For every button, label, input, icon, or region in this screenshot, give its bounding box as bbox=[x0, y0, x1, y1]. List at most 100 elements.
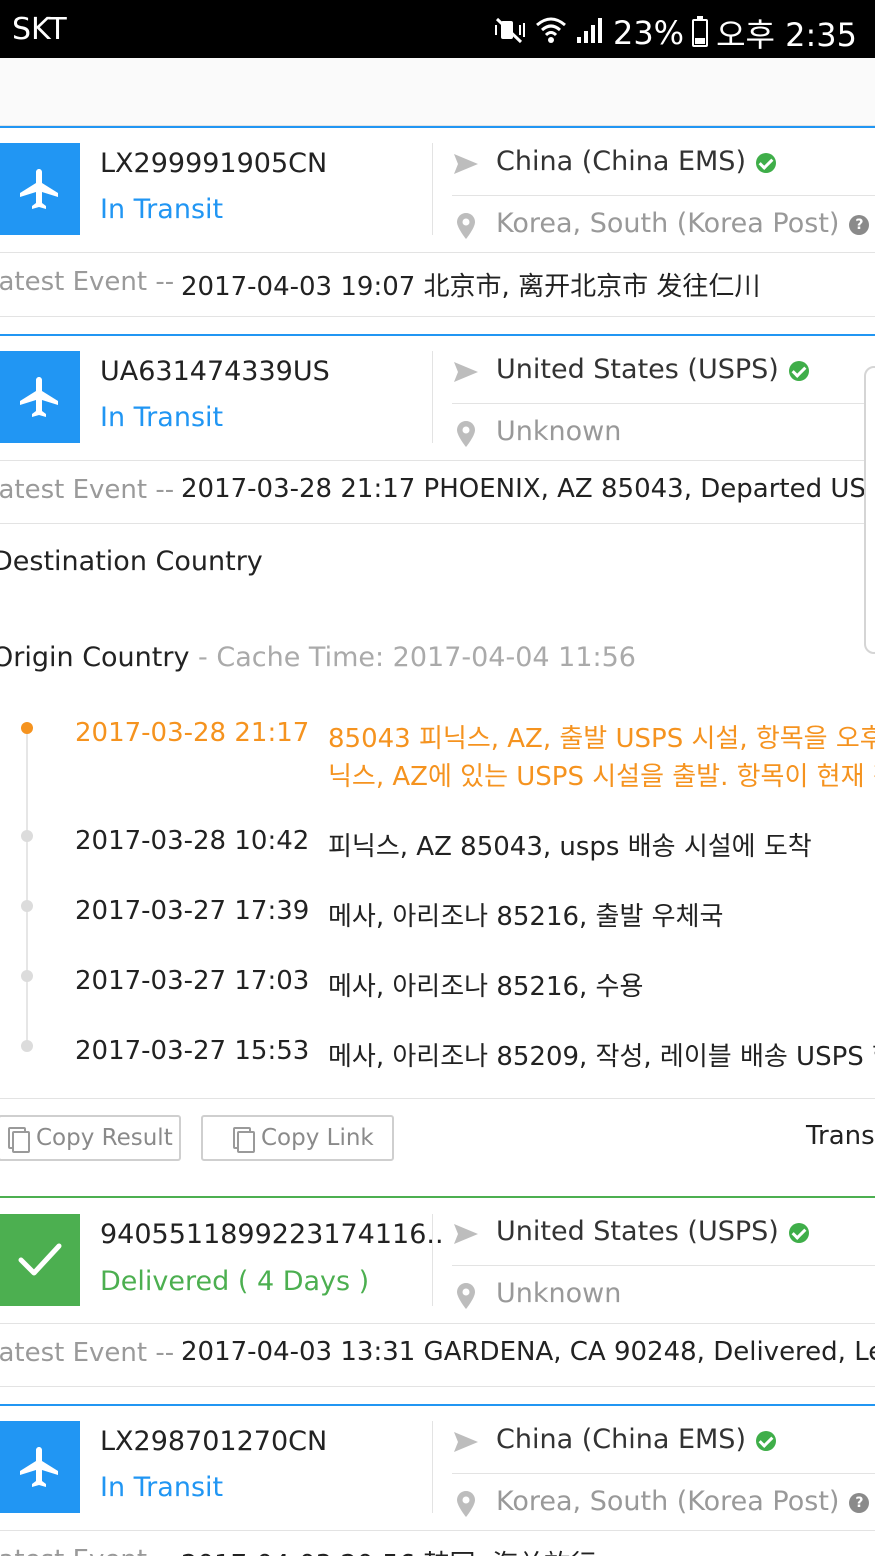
verified-check-icon bbox=[788, 360, 809, 381]
checkmark-icon bbox=[0, 1214, 80, 1306]
airplane-icon bbox=[0, 1421, 80, 1513]
event-description-line2: 닉스, AZ에 있는 USPS 시설을 출발. 항목이 현재 전 bbox=[328, 762, 875, 792]
timeline-dot bbox=[21, 830, 33, 842]
latest-event-text: 2017-04-03 13:31 GARDENA, CA 90248, Deli… bbox=[181, 1337, 875, 1367]
event-time: 2017-03-27 17:03 bbox=[75, 966, 310, 996]
origin-carrier: China (China EMS) bbox=[496, 146, 746, 177]
origin-carrier: China (China EMS) bbox=[496, 1424, 746, 1455]
wifi-icon bbox=[535, 15, 567, 52]
status-bar: SKT 23% 오후 2:35 bbox=[0, 0, 875, 58]
origin-carrier: United States (USPS) bbox=[496, 1216, 779, 1247]
carrier-name: SKT bbox=[12, 12, 67, 47]
latest-event-row[interactable]: Latest Event -- 2017-04-03 20:56 韩国, 海关放… bbox=[0, 1530, 875, 1556]
verified-check-icon bbox=[788, 1222, 809, 1243]
origin-country-label: Origin Country bbox=[0, 642, 190, 673]
tracking-number: 9405511899223174116.. bbox=[100, 1219, 444, 1250]
shipment-card[interactable]: UA631474339US In Transit United States (… bbox=[0, 334, 875, 1182]
event-description: 85043 피닉스, AZ, 출발 USPS 시설, 항목을 오후 9시 bbox=[328, 724, 875, 754]
tracking-number: LX298701270CN bbox=[100, 1426, 328, 1457]
divider bbox=[432, 143, 433, 235]
question-icon[interactable]: ? bbox=[849, 214, 870, 235]
verified-check-icon bbox=[755, 152, 776, 173]
event-description: 메사, 아리조나 85216, 수용 bbox=[328, 972, 644, 1002]
destination-row: Unknown bbox=[452, 1266, 875, 1328]
event-time: 2017-03-27 15:53 bbox=[75, 1036, 310, 1066]
status-icons: 23% 오후 2:35 bbox=[493, 10, 857, 56]
latest-event-label: Latest Event -- bbox=[0, 1545, 174, 1556]
card-accent-line bbox=[0, 126, 875, 128]
shipment-card[interactable]: LX299991905CN In Transit China (China EM… bbox=[0, 126, 875, 318]
copy-icon bbox=[233, 1127, 255, 1153]
origin-row: China (China EMS) bbox=[452, 1412, 875, 1474]
copy-result-button[interactable]: Copy Result bbox=[0, 1115, 181, 1161]
event-time: 2017-03-27 17:39 bbox=[75, 896, 310, 926]
latest-event-label: Latest Event -- bbox=[0, 267, 175, 297]
divider bbox=[432, 351, 433, 443]
battery-percent: 23% bbox=[612, 14, 685, 52]
timeline-line bbox=[26, 728, 28, 1046]
latest-event-text: 2017-04-03 20:56 韩国, 海关放行 bbox=[181, 1544, 596, 1556]
latest-event-row[interactable]: Latest Event -- 2017-04-03 13:31 GARDENA… bbox=[0, 1323, 875, 1387]
destination-carrier: Korea, South (Korea Post) bbox=[496, 208, 840, 239]
latest-event-text: 2017-04-03 19:07 北京市, 离开北京市 发往仁川 bbox=[181, 272, 761, 302]
copy-link-button[interactable]: Copy Link bbox=[201, 1115, 394, 1161]
tracking-number: LX299991905CN bbox=[100, 148, 328, 179]
latest-event-row[interactable]: Latest Event -- 2017-03-28 21:17 PHOENIX… bbox=[0, 460, 875, 524]
battery-icon bbox=[692, 16, 709, 47]
send-arrow-icon bbox=[452, 358, 480, 386]
details-separator bbox=[0, 1098, 875, 1099]
app-toolbar bbox=[0, 58, 875, 126]
send-arrow-icon bbox=[452, 1220, 480, 1248]
event-description: 피닉스, AZ 85043, usps 배송 시설에 도착 bbox=[328, 832, 812, 862]
shipment-status: Delivered ( 4 Days ) bbox=[100, 1266, 370, 1297]
shipment-status: In Transit bbox=[100, 402, 224, 433]
timeline-dot bbox=[21, 970, 33, 982]
card-accent-line bbox=[0, 334, 875, 336]
divider bbox=[432, 1421, 433, 1513]
divider bbox=[432, 1214, 433, 1306]
event-time: 2017-03-28 10:42 bbox=[75, 826, 310, 856]
destination-carrier: Unknown bbox=[496, 1278, 622, 1309]
tracking-number: UA631474339US bbox=[100, 356, 330, 387]
clock: 오후 2:35 bbox=[716, 16, 857, 54]
destination-row: Korea, South (Korea Post)? bbox=[452, 1474, 875, 1536]
shipment-card[interactable]: LX298701270CN In Transit China (China EM… bbox=[0, 1404, 875, 1556]
location-pin-icon bbox=[452, 212, 480, 240]
destination-row: Korea, South (Korea Post)? bbox=[452, 196, 875, 258]
card-accent-line bbox=[0, 1404, 875, 1406]
origin-row: United States (USPS) bbox=[452, 342, 875, 404]
verified-check-icon bbox=[755, 1430, 776, 1451]
send-arrow-icon bbox=[452, 1428, 480, 1456]
question-icon[interactable]: ? bbox=[849, 1492, 870, 1513]
signal-icon bbox=[575, 15, 605, 52]
shipment-status: In Transit bbox=[100, 194, 224, 225]
event-time: 2017-03-28 21:17 bbox=[75, 718, 310, 748]
shipment-card[interactable]: 9405511899223174116.. Delivered ( 4 Days… bbox=[0, 1196, 875, 1388]
mute-vibrate-icon bbox=[493, 15, 527, 52]
timeline-dot bbox=[21, 900, 33, 912]
destination-carrier: Unknown bbox=[496, 416, 622, 447]
copy-icon bbox=[8, 1127, 30, 1153]
location-pin-icon bbox=[452, 420, 480, 448]
origin-carrier: United States (USPS) bbox=[496, 354, 779, 385]
origin-row: China (China EMS) bbox=[452, 134, 875, 196]
timeline-dot bbox=[21, 1040, 33, 1052]
shipment-status: In Transit bbox=[100, 1472, 224, 1503]
location-pin-icon bbox=[452, 1490, 480, 1518]
tracking-details: Destination Country Origin Country - Cac… bbox=[0, 524, 875, 1182]
latest-event-label: Latest Event -- bbox=[0, 1338, 175, 1368]
copy-link-label: Copy Link bbox=[261, 1125, 374, 1151]
origin-row: United States (USPS) bbox=[452, 1204, 875, 1266]
latest-event-row[interactable]: Latest Event -- 2017-04-03 19:07 北京市, 离开… bbox=[0, 252, 875, 316]
destination-row: Unknown bbox=[452, 404, 875, 466]
send-arrow-icon bbox=[452, 150, 480, 178]
translate-button[interactable]: Trans bbox=[806, 1121, 875, 1151]
latest-event-label: Latest Event -- bbox=[0, 475, 175, 505]
airplane-icon bbox=[0, 351, 80, 443]
event-description: 메사, 아리조나 85216, 출발 우체국 bbox=[328, 902, 724, 932]
airplane-icon bbox=[0, 143, 80, 235]
destination-country-label: Destination Country bbox=[0, 546, 263, 577]
timeline-dot-active bbox=[21, 722, 33, 734]
scroll-handle[interactable] bbox=[864, 366, 875, 654]
location-pin-icon bbox=[452, 1282, 480, 1310]
